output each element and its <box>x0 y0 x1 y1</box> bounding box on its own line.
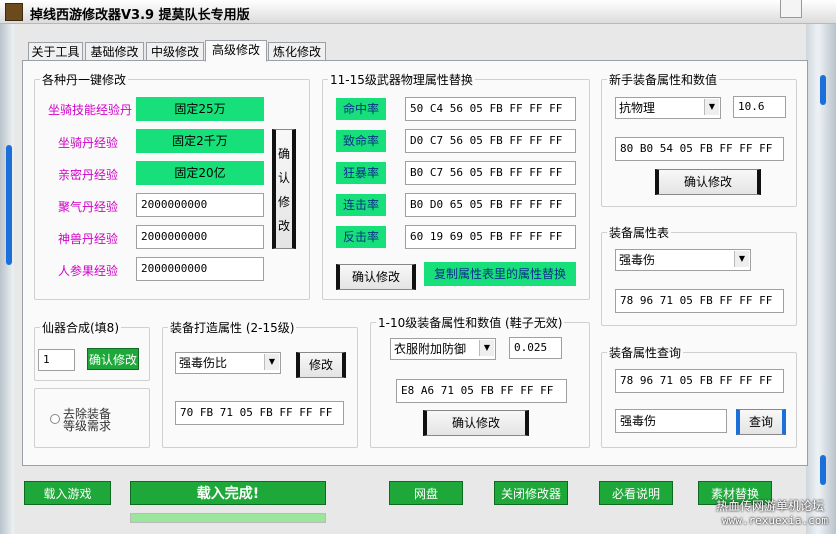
newbie-code-input[interactable]: 80 B0 54 05 FB FF FF FF <box>615 137 784 161</box>
weapon-label-2: 致命率 <box>336 130 386 152</box>
tab-advanced[interactable]: 高级修改 <box>205 40 267 62</box>
chevron-down-icon: ▼ <box>734 251 749 267</box>
forge-modify-button[interactable]: 修改 <box>296 352 346 378</box>
dan-group-title: 各种丹一键修改 <box>40 71 129 88</box>
newbie-num-input[interactable]: 10.6 <box>733 96 786 118</box>
copy-attr-button[interactable]: 复制属性表里的属性替换 <box>424 262 576 286</box>
attrtable-value: 强毒伤 <box>619 253 656 267</box>
dan-label-3: 亲密丹经验 <box>57 168 118 182</box>
synth-input[interactable]: 1 <box>38 349 75 371</box>
chevron-down-icon: ▼ <box>264 354 279 370</box>
newbie-confirm-button[interactable]: 确认修改 <box>655 169 761 195</box>
window-title: 掉线西游修改器V3.9 提莫队长专用版 <box>30 8 250 23</box>
attrtable-code-input[interactable]: 78 96 71 05 FB FF FF FF <box>615 289 784 313</box>
lvl110-attr-value: 衣服附加防御 <box>394 342 467 356</box>
synth-confirm-button[interactable]: 确认修改 <box>87 348 139 370</box>
lvl110-code-input[interactable]: E8 A6 71 05 FB FF FF FF <box>396 379 567 403</box>
right-glow-bottom <box>820 455 826 485</box>
watermark-line1: 热血传网游单机论坛 <box>716 499 825 513</box>
query-name-input[interactable]: 强毒伤 <box>615 409 727 433</box>
watermark-line2: www.rexuexia.com <box>722 514 828 527</box>
dan-label-6: 人参果经验 <box>57 264 118 278</box>
weapon-label-3: 狂暴率 <box>336 162 386 184</box>
load-game-button[interactable]: 载入游戏 <box>24 481 111 505</box>
query-group-title: 装备属性查询 <box>607 344 684 361</box>
weapon-label-4: 连击率 <box>336 194 386 216</box>
weapon-label-1: 命中率 <box>336 98 386 120</box>
dan-label-1: 坐骑技能经验丹 <box>47 103 132 117</box>
dan-input-6[interactable]: 2000000000 <box>136 257 264 281</box>
attrtable-select[interactable]: 强毒伤 ▼ <box>615 249 751 271</box>
dan-value-1: 固定25万 <box>136 97 264 121</box>
dan-confirm-char-3: 修 <box>277 195 290 209</box>
newbie-group-title: 新手装备属性和数值 <box>607 71 720 88</box>
remove-level-radio[interactable] <box>50 414 60 424</box>
close-tool-button[interactable]: 关闭修改器 <box>494 481 568 505</box>
tab-basic[interactable]: 基础修改 <box>85 42 144 62</box>
lvl110-confirm-button[interactable]: 确认修改 <box>423 410 529 436</box>
dan-confirm-button[interactable]: 确 认 修 改 <box>272 129 296 249</box>
tab-intermediate[interactable]: 中级修改 <box>146 42 204 62</box>
attrtable-group-title: 装备属性表 <box>607 224 672 241</box>
newbie-attr-select[interactable]: 抗物理 ▼ <box>615 97 721 119</box>
chevron-down-icon: ▼ <box>704 99 719 115</box>
dan-value-2: 固定2千万 <box>136 129 264 153</box>
weapon-label-5: 反击率 <box>336 226 386 248</box>
left-frame-decoration <box>0 24 14 534</box>
query-code-input[interactable]: 78 96 71 05 FB FF FF FF <box>615 369 784 393</box>
weapon-confirm-button[interactable]: 确认修改 <box>336 264 416 290</box>
weapon-input-1[interactable]: 50 C4 56 05 FB FF FF FF <box>405 97 576 121</box>
synth-group-title: 仙器合成(填8) <box>40 319 121 336</box>
right-glow-top <box>820 75 826 105</box>
weapon-input-5[interactable]: 60 19 69 05 FB FF FF FF <box>405 225 576 249</box>
left-glow-decoration <box>6 145 12 265</box>
lvl110-num-input[interactable]: 0.025 <box>509 337 562 359</box>
readme-button[interactable]: 必看说明 <box>599 481 673 505</box>
forge-code-input[interactable]: 70 FB 71 05 FB FF FF FF <box>175 401 344 425</box>
remove-level-label: 去除装备等级需求 <box>63 407 112 433</box>
load-progress-track <box>130 513 326 523</box>
weapon-input-3[interactable]: B0 C7 56 05 FB FF FF FF <box>405 161 576 185</box>
lvl110-group-title: 1-10级装备属性和数值 (鞋子无效) <box>376 314 565 331</box>
forge-attr-value: 强毒伤比 <box>179 356 228 370</box>
forge-group <box>162 327 358 448</box>
dan-value-3: 固定20亿 <box>136 161 264 185</box>
load-progress-fill <box>131 514 325 522</box>
tab-about[interactable]: 关于工具 <box>28 42 83 62</box>
dan-input-5[interactable]: 2000000000 <box>136 225 264 249</box>
weapon-input-2[interactable]: D0 C7 56 05 FB FF FF FF <box>405 129 576 153</box>
forge-group-title: 装备打造属性 (2-15级) <box>168 319 297 336</box>
weapon-group-title: 11-15级武器物理属性替换 <box>328 71 475 88</box>
chevron-down-icon: ▼ <box>479 340 494 356</box>
newbie-attr-value: 抗物理 <box>619 101 656 115</box>
dan-input-4[interactable]: 2000000000 <box>136 193 264 217</box>
dan-confirm-char-4: 改 <box>277 219 290 233</box>
dan-confirm-char-2: 认 <box>277 171 290 185</box>
tab-refine[interactable]: 炼化修改 <box>268 42 326 62</box>
query-button[interactable]: 查询 <box>736 409 786 435</box>
dan-label-5: 神兽丹经验 <box>57 232 118 246</box>
dan-label-2: 坐骑丹经验 <box>57 136 118 150</box>
app-icon <box>5 3 23 21</box>
lvl110-attr-select[interactable]: 衣服附加防御 ▼ <box>390 338 496 360</box>
weapon-input-4[interactable]: B0 D0 65 05 FB FF FF FF <box>405 193 576 217</box>
dan-label-4: 聚气丹经验 <box>57 200 118 214</box>
forge-attr-select[interactable]: 强毒伤比 ▼ <box>175 352 281 374</box>
dan-confirm-char-1: 确 <box>277 147 290 161</box>
load-status: 载入完成! <box>130 481 326 505</box>
minimize-button[interactable] <box>780 0 802 18</box>
netdisk-button[interactable]: 网盘 <box>389 481 463 505</box>
